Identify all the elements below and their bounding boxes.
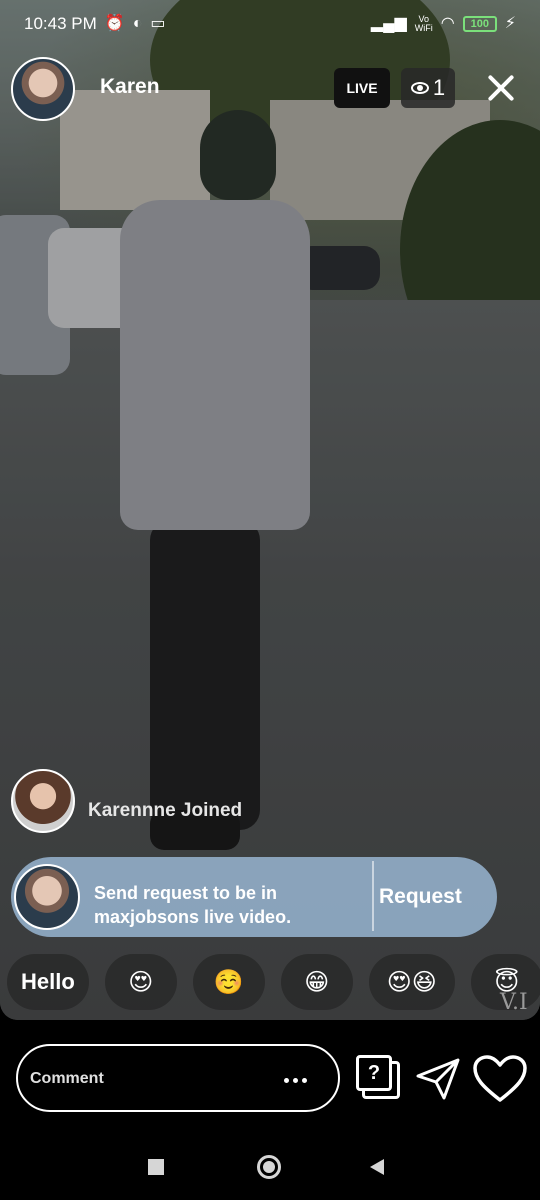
more-dots-icon[interactable] bbox=[284, 1078, 307, 1083]
joined-user-avatar bbox=[11, 769, 75, 833]
question-box-icon[interactable]: ? bbox=[356, 1055, 402, 1101]
viewer-count: 1 bbox=[432, 75, 446, 100]
question-glyph: ? bbox=[356, 1055, 392, 1091]
charging-icon: ⚡ bbox=[504, 15, 516, 32]
eye-icon bbox=[410, 82, 429, 94]
watermark: V.I bbox=[500, 990, 528, 1015]
request-button[interactable]: Request bbox=[379, 885, 462, 909]
send-icon[interactable] bbox=[414, 1054, 462, 1102]
request-divider bbox=[372, 861, 374, 931]
quick-reply-smiling[interactable]: ☺️ bbox=[192, 954, 265, 1010]
navigation-bar bbox=[0, 1130, 540, 1200]
status-time: 10:43 PM bbox=[24, 14, 97, 33]
vowifi-bottom: WiFi bbox=[414, 23, 433, 33]
quick-reply-bar: Hello 😍 ☺️ 😁 😍😆 😇 😇😊 bbox=[7, 954, 540, 1010]
quick-reply-heart-eyes-laugh[interactable]: 😍😆 bbox=[368, 954, 455, 1010]
comment-input[interactable]: Comment bbox=[16, 1044, 340, 1112]
host-name[interactable]: Karen bbox=[100, 75, 160, 99]
request-banner: Send request to be in maxjobsons live vi… bbox=[11, 857, 497, 937]
quick-reply-heart-eyes[interactable]: 😍 bbox=[104, 954, 177, 1010]
status-bar: 10:43 PM ⏰ ◐ ▭ ▂▄▆ Vo WiFi ◠ 100 ⚡ bbox=[0, 0, 540, 48]
live-badge: LIVE bbox=[334, 68, 390, 108]
vowifi-label: Vo WiFi bbox=[415, 15, 433, 33]
heart-icon[interactable] bbox=[472, 1054, 528, 1104]
close-icon[interactable] bbox=[484, 71, 518, 105]
requester-avatar bbox=[14, 864, 80, 930]
comment-placeholder: Comment bbox=[30, 1070, 104, 1087]
signal-icon: ▂▄▆ bbox=[370, 15, 407, 32]
join-notice: Karennne Joined bbox=[88, 800, 243, 821]
quick-reply-hello[interactable]: Hello bbox=[7, 954, 89, 1010]
request-message: Send request to be in maxjobsons live vi… bbox=[94, 883, 292, 927]
alarm-icon: ⏰ bbox=[104, 15, 125, 32]
back-button[interactable] bbox=[370, 1159, 384, 1175]
recent-apps-button[interactable] bbox=[148, 1159, 164, 1175]
home-button[interactable] bbox=[257, 1155, 281, 1179]
pinwheel-app-icon: ◐ bbox=[132, 15, 143, 32]
wifi-icon: ◠ bbox=[440, 15, 455, 32]
host-avatar[interactable] bbox=[11, 57, 75, 121]
laptop-icon: ▭ bbox=[150, 15, 166, 32]
comment-bar: Comment ? bbox=[0, 1030, 540, 1130]
battery-icon: 100 bbox=[462, 16, 497, 32]
viewer-count-badge[interactable]: 1 bbox=[401, 68, 455, 108]
quick-reply-grin[interactable]: 😁 bbox=[280, 954, 353, 1010]
live-header: Karen LIVE 1 bbox=[0, 55, 540, 125]
